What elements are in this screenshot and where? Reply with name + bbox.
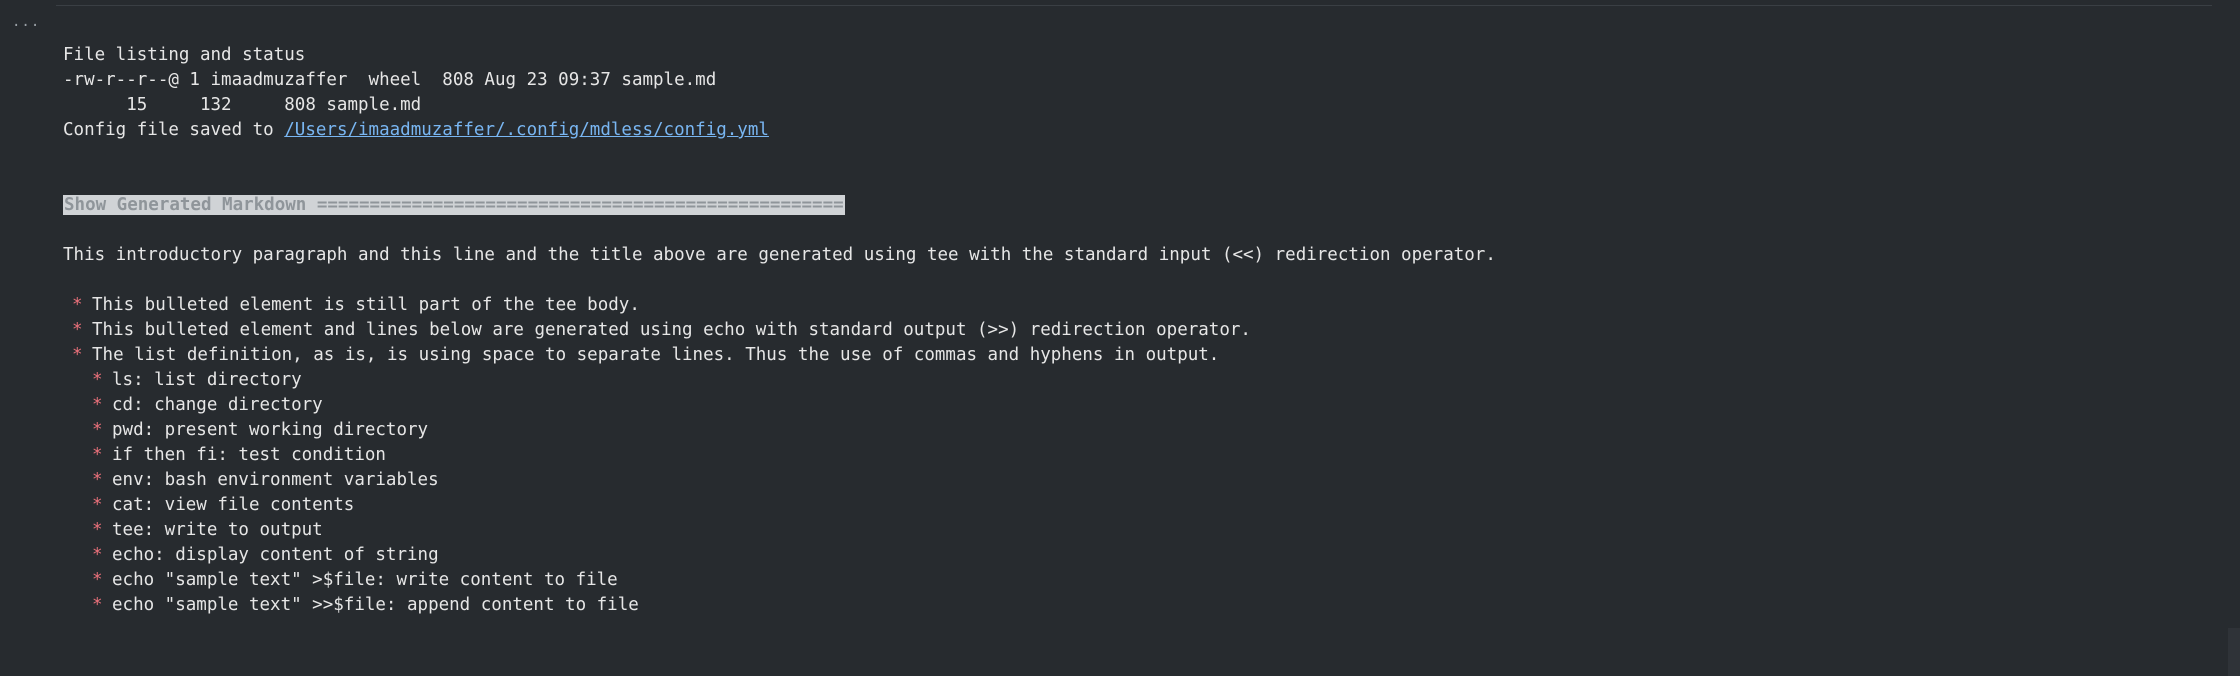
list-item-text: env: bash environment variables (112, 470, 439, 490)
config-path-link[interactable]: /Users/imaadmuzaffer/.config/mdless/conf… (284, 120, 769, 140)
sub-list-item: * pwd: present working directory (92, 418, 428, 443)
config-line: Config file saved to /Users/imaadmuzaffe… (63, 118, 769, 143)
sub-list-item: * cat: view file contents (92, 493, 354, 518)
list-item-text: cat: view file contents (112, 495, 355, 515)
wc-output: 15 132 808 sample.md (63, 95, 422, 115)
list-item-text: ls: list directory (112, 370, 302, 390)
scrollbar[interactable] (2228, 628, 2240, 676)
sub-list-item: * cd: change directory (92, 393, 323, 418)
list-item-text: cd: change directory (112, 395, 323, 415)
bullet-marker: * (92, 595, 103, 615)
bullet-marker: * (92, 520, 103, 540)
list-item: * The list definition, as is, is using sp… (72, 343, 1219, 368)
ls-output: -rw-r--r--@ 1 imaadmuzaffer wheel 808 Au… (63, 70, 717, 90)
sub-list-item: * echo: display content of string (92, 543, 439, 568)
markdown-heading-line: Show Generated Markdown ================… (63, 193, 845, 218)
bullet-marker: * (72, 320, 83, 340)
list-item-text: The list definition, as is, is using spa… (92, 345, 1220, 365)
ellipsis-icon[interactable]: ··· (12, 18, 40, 34)
bullet-marker: * (92, 495, 103, 515)
list-item-text: echo: display content of string (112, 545, 439, 565)
list-item: * This bulleted element and lines below a… (72, 318, 1251, 343)
list-item-text: echo "sample text" >>$file: append conte… (112, 595, 639, 615)
sub-list-item: * echo "sample text" >$file: write conten… (92, 568, 618, 593)
sub-list-item: * if then fi: test condition (92, 443, 386, 468)
sub-list-item: * env: bash environment variables (92, 468, 439, 493)
bullet-marker: * (92, 395, 103, 415)
markdown-heading: Show Generated Markdown ================… (63, 195, 845, 215)
bullet-marker: * (92, 370, 103, 390)
list-item-text: pwd: present working directory (112, 420, 429, 440)
bullet-marker: * (72, 295, 83, 315)
sub-list-item: * echo "sample text" >>$file: append cont… (92, 593, 639, 618)
list-item-text: This bulleted element is still part of t… (92, 295, 640, 315)
list-item-text: This bulleted element and lines below ar… (92, 320, 1251, 340)
bullet-marker: * (92, 445, 103, 465)
terminal-window: ··· File listing and status -rw-r--r--@ … (0, 0, 2240, 676)
bullet-marker: * (92, 470, 103, 490)
config-prefix: Config file saved to (63, 120, 285, 140)
sub-list-item: * tee: write to output (92, 518, 323, 543)
intro-paragraph: This introductory paragraph and this lin… (63, 245, 1496, 265)
bullet-marker: * (92, 545, 103, 565)
bullet-marker: * (72, 345, 83, 365)
top-divider (56, 5, 2212, 6)
list-item-text: echo "sample text" >$file: write content… (112, 570, 618, 590)
sub-list-item: * ls: list directory (92, 368, 302, 393)
bullet-marker: * (92, 420, 103, 440)
bullet-marker: * (92, 570, 103, 590)
list-item: * This bulleted element is still part of … (72, 293, 640, 318)
list-item-text: tee: write to output (112, 520, 323, 540)
list-item-text: if then fi: test condition (112, 445, 386, 465)
section-title: File listing and status (63, 45, 306, 65)
